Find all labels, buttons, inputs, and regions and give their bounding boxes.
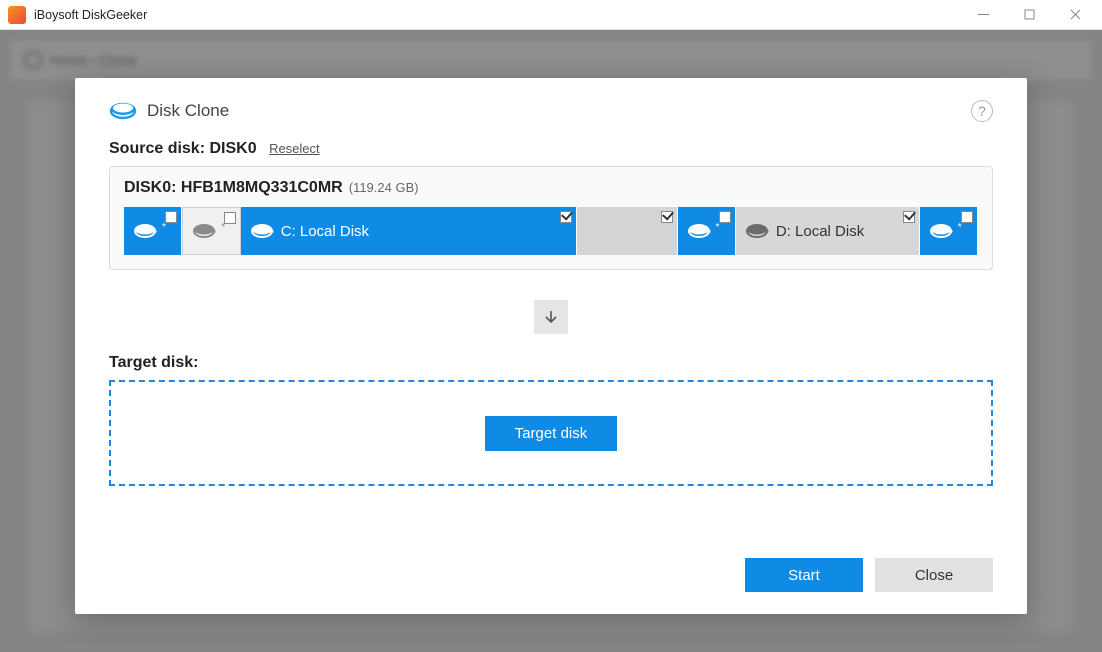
partition-3[interactable]: * bbox=[678, 207, 736, 255]
titlebar: iBoysoft DiskGeeker bbox=[0, 0, 1102, 30]
app-icon bbox=[8, 6, 26, 24]
disk-clone-dialog: Disk Clone ? Source disk: DISK0 Reselect… bbox=[75, 78, 1027, 614]
partition-5[interactable]: * bbox=[920, 207, 978, 255]
partition-4[interactable]: D: Local Disk bbox=[736, 207, 920, 255]
target-disk-dropzone[interactable]: Target disk bbox=[109, 380, 993, 486]
close-window-button[interactable] bbox=[1052, 0, 1098, 30]
help-button[interactable]: ? bbox=[971, 100, 993, 122]
window-title: iBoysoft DiskGeeker bbox=[34, 8, 147, 22]
start-button[interactable]: Start bbox=[745, 558, 863, 592]
minimize-button[interactable] bbox=[960, 0, 1006, 30]
dialog-title: Disk Clone bbox=[147, 101, 229, 121]
choose-target-disk-button[interactable]: Target disk bbox=[485, 416, 618, 451]
reselect-link[interactable]: Reselect bbox=[269, 141, 320, 156]
partition-row: **C: Local Disk*D: Local Disk* bbox=[124, 207, 978, 255]
partition-2[interactable]: C: Local Disk bbox=[241, 207, 578, 255]
maximize-button[interactable] bbox=[1006, 0, 1052, 30]
window-controls bbox=[960, 0, 1098, 30]
source-disk-name: DISK0: HFB1M8MQ331C0MR (119.24 GB) bbox=[124, 179, 978, 197]
arrow-down-icon bbox=[534, 300, 568, 334]
partition-1[interactable]: * bbox=[182, 207, 240, 255]
partition-0[interactable]: * bbox=[124, 207, 182, 255]
partition-c-tail[interactable] bbox=[577, 207, 677, 255]
close-button[interactable]: Close bbox=[875, 558, 993, 592]
disk-clone-icon bbox=[109, 101, 137, 121]
target-disk-label: Target disk: bbox=[109, 354, 993, 372]
source-disk-panel: DISK0: HFB1M8MQ331C0MR (119.24 GB) **C: … bbox=[109, 166, 993, 270]
source-disk-label: Source disk: DISK0 Reselect bbox=[109, 140, 993, 158]
